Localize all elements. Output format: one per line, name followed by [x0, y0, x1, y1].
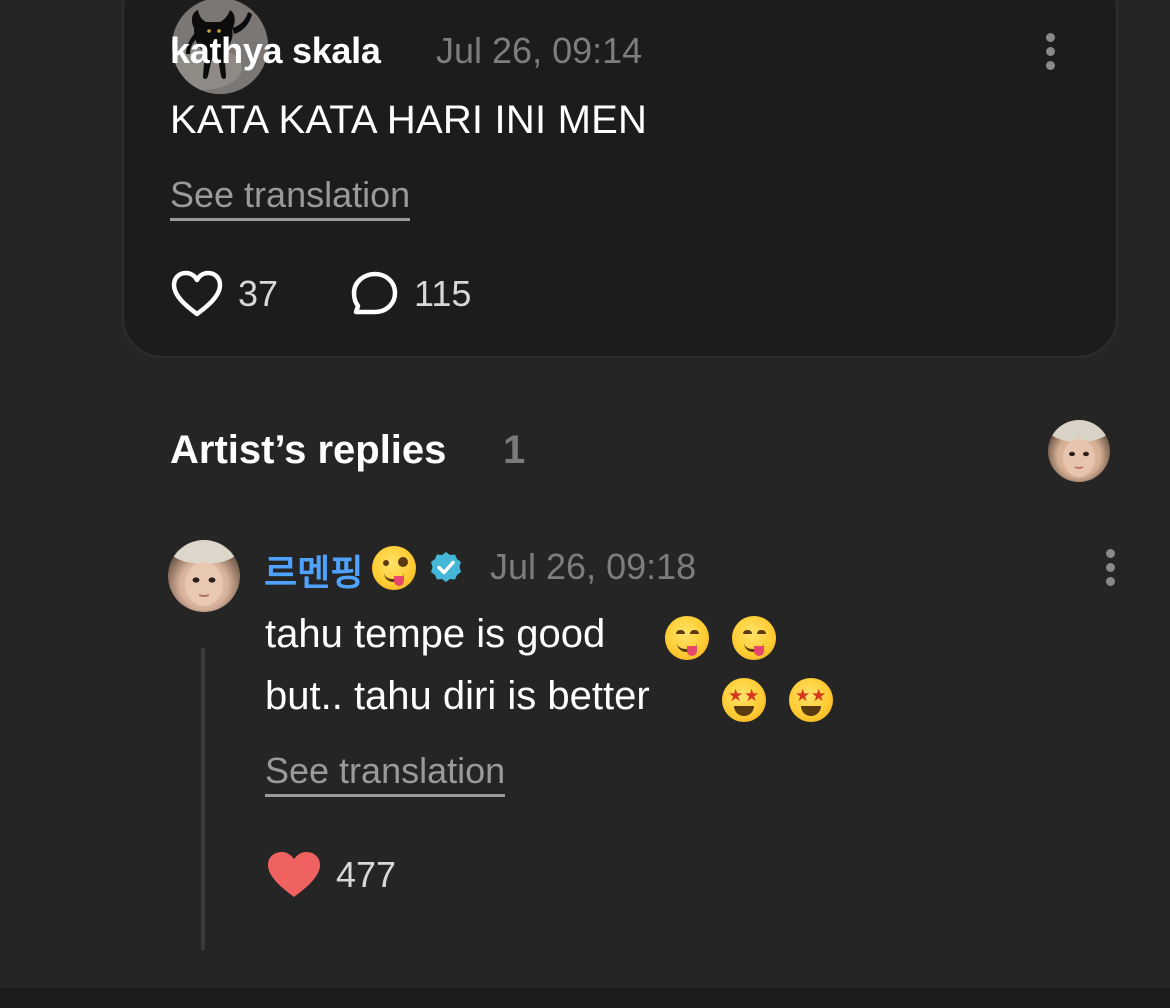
verified-badge-icon — [431, 552, 461, 582]
post-more-vertical-icon[interactable] — [1044, 33, 1056, 73]
yum-face-emoji-icon — [732, 616, 776, 660]
reply-text-line-2: but.. tahu diri is better — [265, 674, 650, 718]
post-comment-button[interactable]: 115 — [350, 270, 471, 318]
artist-header-avatar[interactable] — [1048, 420, 1110, 482]
reply-author-name[interactable]: 르멘핑 — [264, 544, 363, 596]
post-see-translation-link[interactable]: See translation — [170, 174, 411, 221]
artist-face-image — [1049, 420, 1109, 477]
artist-face-image — [170, 540, 238, 606]
post-author-name[interactable]: kathya skala — [170, 30, 381, 72]
reply-see-translation-link[interactable]: See translation — [265, 750, 506, 797]
star-struck-emoji-icon: ★ ★ — [789, 678, 833, 722]
post-text: KATA KATA HARI INI MEN — [170, 98, 648, 142]
reply-like-button[interactable]: 477 — [266, 850, 396, 900]
post-like-button[interactable]: 37 — [170, 270, 278, 318]
thread-connector-line — [201, 648, 205, 950]
yum-face-emoji-icon — [665, 616, 709, 660]
comment-thread: kathya skala Jul 26, 09:14 KATA KATA HAR… — [0, 0, 1170, 1008]
heart-filled-icon — [268, 852, 320, 897]
reply-text-line-1: tahu tempe is good — [265, 612, 606, 656]
star-struck-emoji-icon: ★ ★ — [722, 678, 766, 722]
artist-replies-count: 1 — [503, 428, 526, 472]
reply-author-avatar[interactable] — [168, 540, 240, 612]
post-timestamp: Jul 26, 09:14 — [436, 30, 643, 71]
artist-replies-title: Artist’s replies — [170, 428, 447, 472]
bottom-divider — [0, 988, 1170, 1008]
reply-like-count: 477 — [336, 854, 397, 895]
reply-timestamp: Jul 26, 09:18 — [490, 546, 697, 587]
zany-face-emoji-icon — [372, 546, 416, 590]
post-like-count: 37 — [238, 273, 279, 314]
heart-outline-icon — [171, 270, 223, 317]
speech-bubble-icon — [351, 271, 398, 315]
post-comment-count: 115 — [414, 273, 472, 314]
reply-more-vertical-icon[interactable] — [1104, 549, 1116, 589]
